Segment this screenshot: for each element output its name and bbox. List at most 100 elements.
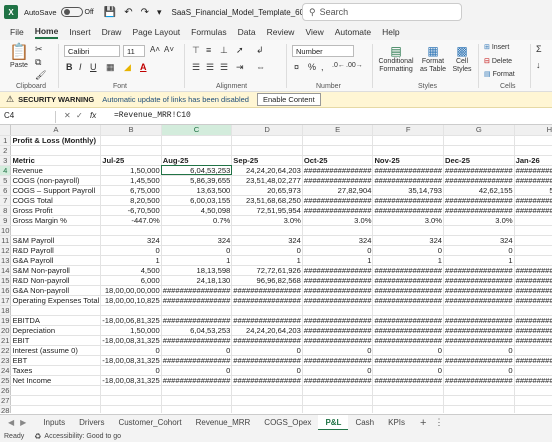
insert-cells-button[interactable]: ⊞ Insert: [484, 44, 509, 52]
cell[interactable]: [443, 145, 515, 156]
cell[interactable]: [514, 405, 552, 413]
row-header[interactable]: 22: [0, 345, 12, 356]
cell[interactable]: ################: [302, 175, 374, 186]
cell[interactable]: -18,00,08,31,325: [100, 375, 162, 386]
cell[interactable]: [231, 135, 303, 146]
cell[interactable]: ################: [231, 285, 303, 296]
underline-icon[interactable]: U: [90, 62, 97, 72]
cell[interactable]: 6,00,03,155: [161, 195, 233, 206]
tab-kpis[interactable]: KPIs: [381, 415, 412, 431]
cell[interactable]: 0: [231, 245, 303, 256]
prev-sheet-icon[interactable]: ◀: [8, 418, 14, 427]
cell[interactable]: ################: [443, 265, 515, 276]
cell[interactable]: [514, 305, 552, 316]
cell[interactable]: ################: [514, 315, 552, 326]
cell[interactable]: Revenue: [10, 165, 102, 176]
cell[interactable]: 24,18,130: [161, 275, 233, 286]
cell[interactable]: Sep-25: [231, 155, 303, 166]
cell[interactable]: ################: [443, 375, 515, 386]
cell[interactable]: ################: [443, 165, 515, 176]
cell[interactable]: G&A Payroll: [10, 255, 102, 266]
cell[interactable]: Profit & Loss (Monthly): [10, 135, 102, 146]
cell[interactable]: ################: [443, 315, 515, 326]
cell[interactable]: [514, 145, 552, 156]
cell[interactable]: ################: [302, 285, 374, 296]
cell[interactable]: [302, 145, 374, 156]
font-size-select[interactable]: 11: [123, 45, 145, 57]
cell[interactable]: ################: [443, 195, 515, 206]
align-bottom-icon[interactable]: ⊥: [220, 45, 228, 56]
cell[interactable]: [100, 405, 162, 413]
cell[interactable]: ################: [372, 265, 445, 276]
cell[interactable]: ################: [514, 175, 552, 186]
cell[interactable]: ################: [302, 335, 374, 346]
cell[interactable]: 0: [443, 245, 515, 256]
cell[interactable]: 8,20,500: [100, 195, 162, 206]
cell[interactable]: -447.0%: [100, 215, 162, 226]
select-all-corner[interactable]: [0, 125, 12, 136]
column-header[interactable]: F: [372, 125, 445, 136]
cell[interactable]: 324: [372, 235, 445, 246]
cell[interactable]: ################: [514, 265, 552, 276]
cell[interactable]: 324: [161, 235, 233, 246]
cell[interactable]: [100, 225, 162, 236]
cell[interactable]: -18,00,08,31,325: [100, 335, 162, 346]
format-cells-button[interactable]: ▤ Format: [484, 71, 515, 79]
cell[interactable]: 72,51,95,954: [231, 205, 303, 216]
cell[interactable]: EBITDA: [10, 315, 102, 326]
cell[interactable]: ################: [302, 275, 374, 286]
wrap-text-icon[interactable]: ↲: [256, 45, 264, 56]
cell[interactable]: 324: [100, 235, 162, 246]
cell[interactable]: ################: [231, 315, 303, 326]
cell[interactable]: [161, 395, 233, 406]
cell[interactable]: ################: [372, 295, 445, 306]
accessibility-status[interactable]: Accessibility: Good to go: [44, 433, 121, 440]
cell[interactable]: [443, 405, 515, 413]
cell[interactable]: R&D Payroll: [10, 245, 102, 256]
cell[interactable]: 96,96,82,568: [231, 275, 303, 286]
enable-content-button[interactable]: Enable Content: [256, 93, 321, 106]
align-middle-icon[interactable]: ≡: [206, 45, 211, 55]
cell[interactable]: ################: [231, 335, 303, 346]
cell[interactable]: ################: [443, 295, 515, 306]
row-header[interactable]: 24: [0, 365, 12, 376]
cell[interactable]: [302, 385, 374, 396]
number-format-select[interactable]: Number: [292, 45, 354, 57]
menu-page-layout[interactable]: Page Layout: [132, 27, 180, 37]
menu-review[interactable]: Review: [267, 27, 295, 37]
menu-formulas[interactable]: Formulas: [191, 27, 226, 37]
cell[interactable]: [10, 385, 102, 396]
cell[interactable]: 18,13,598: [161, 265, 233, 276]
cell[interactable]: 24,24,20,64,203: [231, 165, 303, 176]
menu-view[interactable]: View: [305, 27, 323, 37]
cell[interactable]: EBIT: [10, 335, 102, 346]
cell[interactable]: ################: [372, 205, 445, 216]
worksheet-grid[interactable]: A B C D E F G H 1 Profit & Loss (Monthly) 2 3 Metric…: [0, 125, 552, 413]
cell[interactable]: [372, 145, 445, 156]
cell[interactable]: [372, 395, 445, 406]
cell[interactable]: 27,82,904: [302, 185, 374, 196]
menu-draw[interactable]: Draw: [102, 27, 122, 37]
cell[interactable]: [100, 135, 162, 146]
cell[interactable]: ################: [443, 285, 515, 296]
cell[interactable]: ################: [443, 355, 515, 366]
cell[interactable]: [161, 405, 233, 413]
save-icon[interactable]: 💾: [104, 7, 116, 18]
cell[interactable]: 1: [302, 255, 374, 266]
cell[interactable]: 0: [100, 245, 162, 256]
cell[interactable]: 0: [514, 345, 552, 356]
tab-pnl[interactable]: P&L: [318, 414, 349, 431]
cell[interactable]: [443, 225, 515, 236]
cell[interactable]: ################: [161, 295, 233, 306]
row-header[interactable]: 15: [0, 275, 12, 286]
cell[interactable]: ################: [443, 275, 515, 286]
cell[interactable]: ################: [302, 315, 374, 326]
cell[interactable]: 324: [443, 235, 515, 246]
cell[interactable]: 50,25,519: [514, 185, 552, 196]
cell[interactable]: [443, 305, 515, 316]
cell[interactable]: 0: [443, 365, 515, 376]
row-header[interactable]: 17: [0, 295, 12, 306]
column-header[interactable]: A: [10, 125, 102, 136]
search-box[interactable]: ⚲ Search: [302, 3, 462, 21]
menu-data[interactable]: Data: [238, 27, 256, 37]
